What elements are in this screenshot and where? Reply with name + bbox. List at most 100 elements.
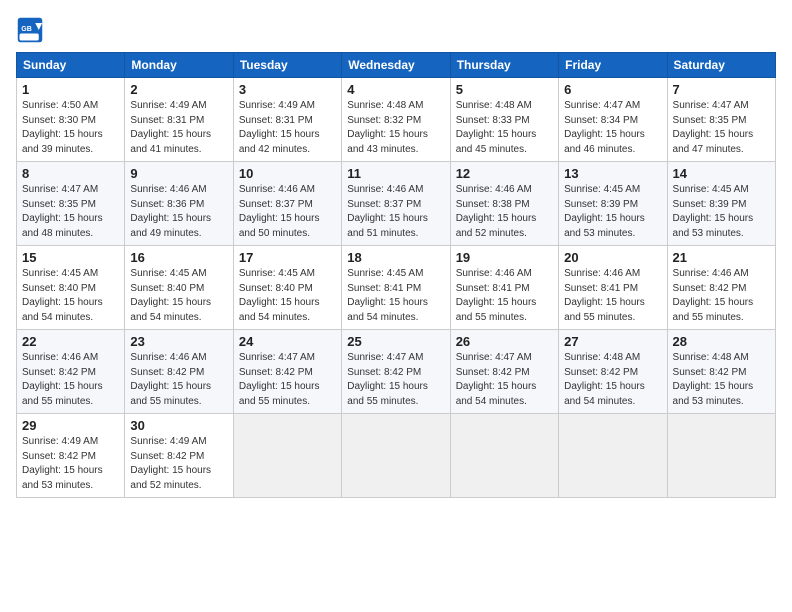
day-number: 1 [22, 82, 119, 97]
calendar-cell: 14 Sunrise: 4:45 AM Sunset: 8:39 PM Dayli… [667, 162, 775, 246]
calendar-cell: 28 Sunrise: 4:48 AM Sunset: 8:42 PM Dayli… [667, 330, 775, 414]
calendar-cell: 20 Sunrise: 4:46 AM Sunset: 8:41 PM Dayli… [559, 246, 667, 330]
calendar-week-2: 8 Sunrise: 4:47 AM Sunset: 8:35 PM Daylig… [17, 162, 776, 246]
day-info: Sunrise: 4:46 AM Sunset: 8:41 PM Dayligh… [456, 267, 553, 325]
day-number: 10 [239, 166, 336, 181]
day-info: Sunrise: 4:49 AM Sunset: 8:42 PM Dayligh… [22, 435, 119, 493]
calendar-cell: 9Sunrise: 4:46 AM Sunset: 8:36 PM Daylig… [125, 162, 233, 246]
calendar-cell: 12 Sunrise: 4:46 AM Sunset: 8:38 PM Dayli… [450, 162, 558, 246]
day-number: 6 [564, 82, 661, 97]
day-number: 20 [564, 250, 661, 265]
day-info: Sunrise: 4:48 AM Sunset: 8:33 PM Dayligh… [456, 99, 553, 157]
day-number: 23 [130, 334, 227, 349]
calendar-cell: 17 Sunrise: 4:45 AM Sunset: 8:40 PM Dayli… [233, 246, 341, 330]
day-number: 15 [22, 250, 119, 265]
calendar-cell: 30 Sunrise: 4:49 AM Sunset: 8:42 PM Dayli… [125, 414, 233, 498]
day-number: 14 [673, 166, 770, 181]
day-info: Sunrise: 4:50 AM Sunset: 8:30 PM Dayligh… [22, 99, 119, 157]
weekday-header-friday: Friday [559, 53, 667, 78]
header: GB [16, 16, 776, 44]
calendar-cell: 27 Sunrise: 4:48 AM Sunset: 8:42 PM Dayli… [559, 330, 667, 414]
day-number: 13 [564, 166, 661, 181]
calendar-cell: 1 Sunrise: 4:50 AM Sunset: 8:30 PM Daylig… [17, 78, 125, 162]
day-info: Sunrise: 4:45 AM Sunset: 8:41 PM Dayligh… [347, 267, 444, 325]
day-number: 11 [347, 166, 444, 181]
day-info: Sunrise: 4:47 AM Sunset: 8:35 PM Dayligh… [22, 183, 119, 241]
day-info: Sunrise: 4:46 AM Sunset: 8:42 PM Dayligh… [673, 267, 770, 325]
weekday-header-wednesday: Wednesday [342, 53, 450, 78]
calendar-cell: 8 Sunrise: 4:47 AM Sunset: 8:35 PM Daylig… [17, 162, 125, 246]
day-number: 4 [347, 82, 444, 97]
day-info: Sunrise: 4:47 AM Sunset: 8:42 PM Dayligh… [347, 351, 444, 409]
day-number: 27 [564, 334, 661, 349]
day-number: 30 [130, 418, 227, 433]
logo: GB [16, 16, 48, 44]
calendar-cell [559, 414, 667, 498]
day-info: Sunrise: 4:49 AM Sunset: 8:42 PM Dayligh… [130, 435, 227, 493]
day-number: 19 [456, 250, 553, 265]
calendar-cell: 18Sunrise: 4:45 AM Sunset: 8:41 PM Dayli… [342, 246, 450, 330]
calendar-cell [233, 414, 341, 498]
weekday-header-sunday: Sunday [17, 53, 125, 78]
day-info: Sunrise: 4:49 AM Sunset: 8:31 PM Dayligh… [130, 99, 227, 157]
day-number: 17 [239, 250, 336, 265]
calendar-cell: 5 Sunrise: 4:48 AM Sunset: 8:33 PM Daylig… [450, 78, 558, 162]
day-info: Sunrise: 4:47 AM Sunset: 8:35 PM Dayligh… [673, 99, 770, 157]
day-number: 21 [673, 250, 770, 265]
calendar-cell: 15 Sunrise: 4:45 AM Sunset: 8:40 PM Dayli… [17, 246, 125, 330]
calendar-cell: 11 Sunrise: 4:46 AM Sunset: 8:37 PM Dayli… [342, 162, 450, 246]
calendar-cell: 6 Sunrise: 4:47 AM Sunset: 8:34 PM Daylig… [559, 78, 667, 162]
day-info: Sunrise: 4:48 AM Sunset: 8:42 PM Dayligh… [564, 351, 661, 409]
calendar-cell [450, 414, 558, 498]
day-number: 26 [456, 334, 553, 349]
day-info: Sunrise: 4:47 AM Sunset: 8:42 PM Dayligh… [456, 351, 553, 409]
calendar-cell: 21 Sunrise: 4:46 AM Sunset: 8:42 PM Dayli… [667, 246, 775, 330]
day-info: Sunrise: 4:46 AM Sunset: 8:36 PM Dayligh… [130, 183, 227, 241]
day-number: 16 [130, 250, 227, 265]
svg-text:GB: GB [21, 26, 32, 33]
day-info: Sunrise: 4:45 AM Sunset: 8:39 PM Dayligh… [564, 183, 661, 241]
day-number: 25 [347, 334, 444, 349]
weekday-header-saturday: Saturday [667, 53, 775, 78]
calendar-cell: 13 Sunrise: 4:45 AM Sunset: 8:39 PM Dayli… [559, 162, 667, 246]
calendar-cell: 3 Sunrise: 4:49 AM Sunset: 8:31 PM Daylig… [233, 78, 341, 162]
day-number: 28 [673, 334, 770, 349]
day-info: Sunrise: 4:47 AM Sunset: 8:34 PM Dayligh… [564, 99, 661, 157]
calendar-cell: 25 Sunrise: 4:47 AM Sunset: 8:42 PM Dayli… [342, 330, 450, 414]
day-info: Sunrise: 4:46 AM Sunset: 8:41 PM Dayligh… [564, 267, 661, 325]
calendar-cell: 29Sunrise: 4:49 AM Sunset: 8:42 PM Dayli… [17, 414, 125, 498]
day-number: 3 [239, 82, 336, 97]
day-info: Sunrise: 4:45 AM Sunset: 8:40 PM Dayligh… [22, 267, 119, 325]
calendar-cell: 16 Sunrise: 4:45 AM Sunset: 8:40 PM Dayli… [125, 246, 233, 330]
calendar-cell: 7 Sunrise: 4:47 AM Sunset: 8:35 PM Daylig… [667, 78, 775, 162]
day-number: 7 [673, 82, 770, 97]
day-number: 12 [456, 166, 553, 181]
day-info: Sunrise: 4:45 AM Sunset: 8:40 PM Dayligh… [130, 267, 227, 325]
day-info: Sunrise: 4:45 AM Sunset: 8:39 PM Dayligh… [673, 183, 770, 241]
day-number: 5 [456, 82, 553, 97]
day-info: Sunrise: 4:49 AM Sunset: 8:31 PM Dayligh… [239, 99, 336, 157]
weekday-header-thursday: Thursday [450, 53, 558, 78]
calendar-cell: 10 Sunrise: 4:46 AM Sunset: 8:37 PM Dayli… [233, 162, 341, 246]
day-info: Sunrise: 4:46 AM Sunset: 8:42 PM Dayligh… [22, 351, 119, 409]
calendar-cell [342, 414, 450, 498]
calendar-cell [667, 414, 775, 498]
day-info: Sunrise: 4:46 AM Sunset: 8:37 PM Dayligh… [239, 183, 336, 241]
day-info: Sunrise: 4:47 AM Sunset: 8:42 PM Dayligh… [239, 351, 336, 409]
day-number: 2 [130, 82, 227, 97]
day-number: 22 [22, 334, 119, 349]
day-info: Sunrise: 4:46 AM Sunset: 8:38 PM Dayligh… [456, 183, 553, 241]
day-info: Sunrise: 4:46 AM Sunset: 8:37 PM Dayligh… [347, 183, 444, 241]
day-info: Sunrise: 4:46 AM Sunset: 8:42 PM Dayligh… [130, 351, 227, 409]
calendar-cell: 22 Sunrise: 4:46 AM Sunset: 8:42 PM Dayli… [17, 330, 125, 414]
calendar-week-4: 22 Sunrise: 4:46 AM Sunset: 8:42 PM Dayli… [17, 330, 776, 414]
calendar: SundayMondayTuesdayWednesdayThursdayFrid… [16, 52, 776, 498]
calendar-cell: 4Sunrise: 4:48 AM Sunset: 8:32 PM Daylig… [342, 78, 450, 162]
calendar-week-3: 15 Sunrise: 4:45 AM Sunset: 8:40 PM Dayli… [17, 246, 776, 330]
logo-icon: GB [16, 16, 44, 44]
day-info: Sunrise: 4:45 AM Sunset: 8:40 PM Dayligh… [239, 267, 336, 325]
day-number: 8 [22, 166, 119, 181]
calendar-week-5: 29Sunrise: 4:49 AM Sunset: 8:42 PM Dayli… [17, 414, 776, 498]
calendar-cell: 24Sunrise: 4:47 AM Sunset: 8:42 PM Dayli… [233, 330, 341, 414]
day-info: Sunrise: 4:48 AM Sunset: 8:42 PM Dayligh… [673, 351, 770, 409]
